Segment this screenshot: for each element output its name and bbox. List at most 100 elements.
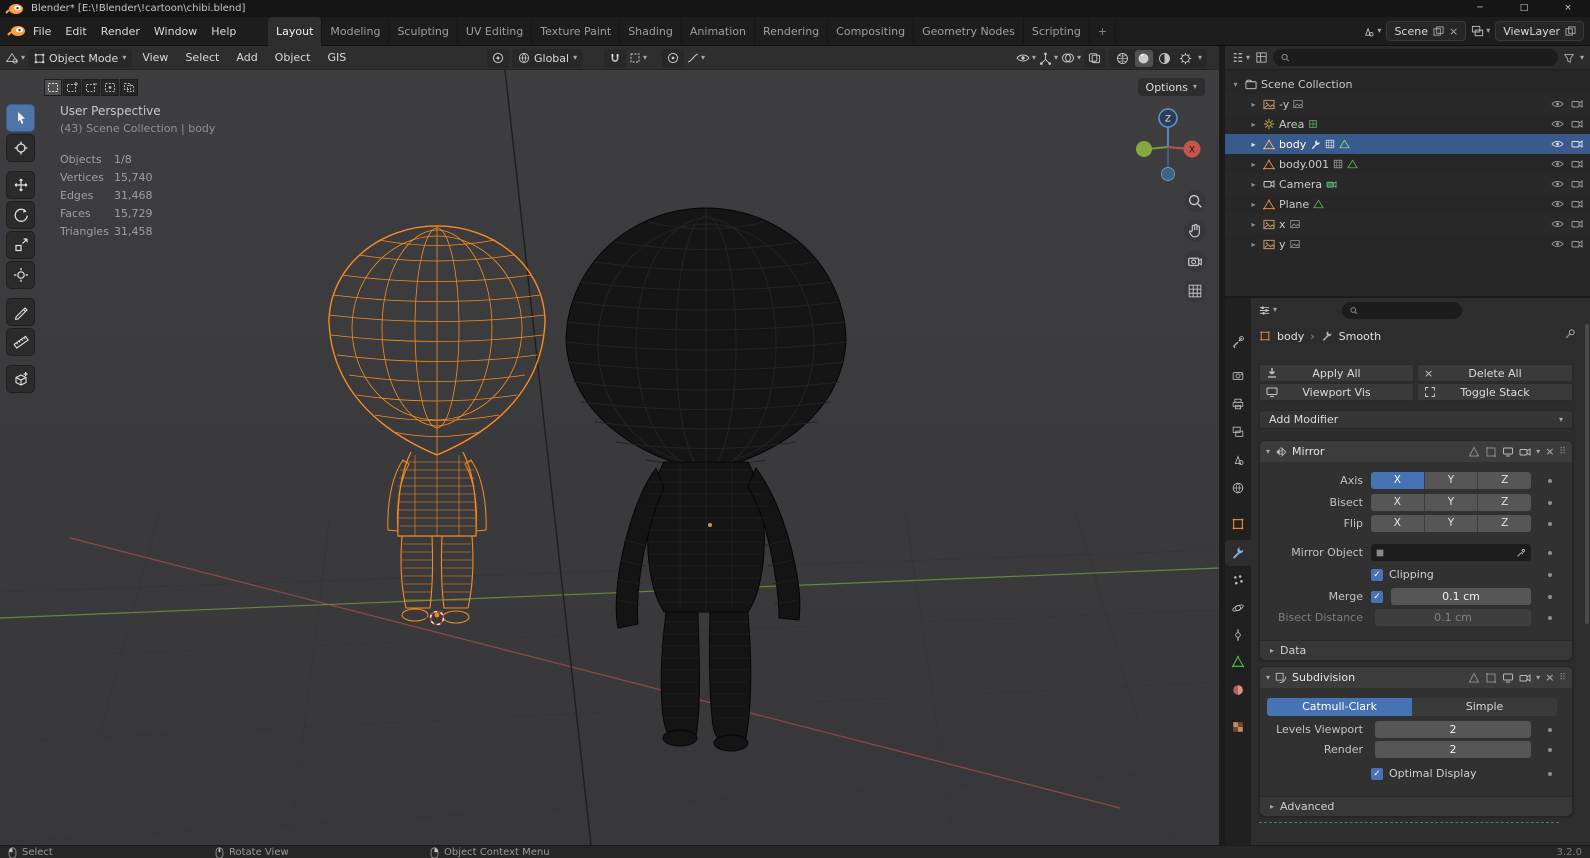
disable-render-icon[interactable] <box>1571 119 1583 129</box>
disable-render-icon[interactable] <box>1571 139 1583 149</box>
tab-view-layer[interactable] <box>1229 423 1247 441</box>
tab-output[interactable] <box>1229 395 1247 413</box>
clipping-checkbox[interactable]: ✓ <box>1371 568 1383 581</box>
select-mode-new-button[interactable] <box>44 79 62 96</box>
select-mode-extend-button[interactable] <box>63 79 81 96</box>
close-button[interactable]: × <box>1546 0 1590 17</box>
outliner-row-area[interactable]: ▸ Area <box>1225 114 1590 134</box>
toggle-stack-button[interactable]: Toggle Stack <box>1417 383 1573 401</box>
menu-add[interactable]: Add <box>229 48 264 68</box>
disable-render-icon[interactable] <box>1571 239 1583 249</box>
gizmo-negative-z-axis[interactable] <box>1161 167 1175 181</box>
viewport-options-button[interactable]: Options ▾ <box>1137 78 1205 96</box>
snap-settings-button[interactable]: ▾ <box>629 52 647 64</box>
tool-measure-button[interactable] <box>6 328 35 356</box>
gizmo-y-axis[interactable] <box>1136 141 1152 157</box>
hide-viewport-icon[interactable] <box>1551 199 1564 209</box>
merge-threshold-field[interactable]: 0.1 cm <box>1391 588 1531 605</box>
select-mode-invert-button[interactable] <box>101 79 119 96</box>
hide-viewport-icon[interactable] <box>1551 139 1564 149</box>
collapse-icon[interactable]: ▾ <box>1266 673 1270 682</box>
realtime-display-icon[interactable] <box>1502 446 1514 458</box>
add-modifier-dropdown[interactable]: Add Modifier ▾ <box>1259 410 1573 429</box>
outliner-search[interactable] <box>1273 49 1558 66</box>
apply-all-button[interactable]: Apply All <box>1259 364 1414 382</box>
animate-dot[interactable] <box>1548 479 1552 483</box>
tab-object-data[interactable] <box>1229 653 1247 671</box>
menu-view[interactable]: View <box>135 48 175 68</box>
disable-render-icon[interactable] <box>1571 159 1583 169</box>
eyedropper-icon[interactable] <box>1516 547 1527 558</box>
add-workspace-button[interactable]: + <box>1090 17 1117 46</box>
render-levels-field[interactable]: 2 <box>1375 741 1531 758</box>
maximize-button[interactable]: □ <box>1502 0 1546 17</box>
on-cage-icon[interactable] <box>1468 445 1480 458</box>
xray-toggle-button[interactable] <box>1083 48 1106 68</box>
editor-type-button[interactable]: ▾ <box>5 51 25 65</box>
tab-geometry-nodes[interactable]: Geometry Nodes <box>914 17 1024 46</box>
outliner-row-plane[interactable]: ▸ Plane <box>1225 194 1590 214</box>
orientation-dropdown[interactable]: Global ▾ <box>512 48 584 68</box>
bisect-y-button[interactable]: Y <box>1424 494 1479 511</box>
menu-help[interactable]: Help <box>204 17 243 46</box>
tool-select-box-button[interactable] <box>6 104 35 132</box>
flip-x-button[interactable]: X <box>1371 515 1425 532</box>
remove-modifier-icon[interactable]: × <box>1545 445 1554 458</box>
drag-handle-icon[interactable]: ⠿ <box>1559 447 1566 457</box>
animate-dot[interactable] <box>1548 573 1552 577</box>
animate-dot[interactable] <box>1548 748 1552 752</box>
proportional-edit-button[interactable] <box>662 48 684 68</box>
scene-selector[interactable]: Scene × <box>1386 21 1467 41</box>
menu-file[interactable]: File <box>26 17 58 46</box>
hide-viewport-icon[interactable] <box>1551 219 1564 229</box>
tab-object[interactable] <box>1229 515 1247 533</box>
tool-transform-button[interactable] <box>6 261 35 289</box>
hide-viewport-icon[interactable] <box>1551 119 1564 129</box>
copy-icon[interactable] <box>1565 25 1576 37</box>
select-mode-intersect-button[interactable] <box>120 79 138 96</box>
disable-render-icon[interactable] <box>1571 99 1583 109</box>
shading-material-button[interactable] <box>1156 50 1174 67</box>
character-selected[interactable] <box>328 225 546 624</box>
tab-tool[interactable] <box>1229 333 1247 351</box>
tab-shading[interactable]: Shading <box>620 17 682 46</box>
modifier-name[interactable]: Subdivision <box>1292 671 1355 684</box>
tab-physics[interactable] <box>1229 599 1247 617</box>
disclosure-icon[interactable]: ▸ <box>1248 160 1259 169</box>
outliner-row-body-001[interactable]: ▸ body.001 <box>1225 154 1590 174</box>
tab-material[interactable] <box>1229 681 1247 699</box>
animate-dot[interactable] <box>1548 522 1552 526</box>
shading-wireframe-button[interactable] <box>1114 50 1132 67</box>
flip-z-button[interactable]: Z <box>1478 515 1531 532</box>
unlink-scene-icon[interactable]: × <box>1449 25 1458 38</box>
extras-dropdown-icon[interactable]: ▾ <box>1536 673 1540 682</box>
menu-gis[interactable]: GIS <box>321 48 354 68</box>
gizmos-button[interactable]: ▾ <box>1039 52 1058 65</box>
snap-toggle-button[interactable] <box>604 48 626 68</box>
pan-button[interactable] <box>1184 220 1206 242</box>
copy-icon[interactable] <box>1433 25 1444 37</box>
disclosure-icon[interactable]: ▸ <box>1248 100 1259 109</box>
outliner-search-input[interactable] <box>1295 51 1551 64</box>
breadcrumb-modifier[interactable]: Smooth <box>1339 330 1381 343</box>
mirror-object-field[interactable] <box>1371 544 1531 561</box>
tab-layout[interactable]: Layout <box>268 17 323 46</box>
transform-pivot-button[interactable] <box>487 48 509 68</box>
bisect-x-button[interactable]: X <box>1371 494 1425 511</box>
tab-sculpting[interactable]: Sculpting <box>389 17 458 46</box>
ortho-toggle-button[interactable] <box>1184 280 1206 302</box>
disclosure-icon[interactable]: ▸ <box>1248 180 1259 189</box>
tool-rotate-button[interactable] <box>6 201 35 229</box>
pin-icon[interactable] <box>1564 328 1576 340</box>
animate-dot[interactable] <box>1548 551 1552 555</box>
disable-render-icon[interactable] <box>1571 219 1583 229</box>
tab-uv-editing[interactable]: UV Editing <box>458 17 533 46</box>
mirror-axis-x-button[interactable]: X <box>1371 472 1425 489</box>
extras-dropdown-icon[interactable]: ▾ <box>1536 447 1540 456</box>
disclosure-icon[interactable]: ▾ <box>1230 80 1241 89</box>
delete-all-button[interactable]: × Delete All <box>1417 364 1573 382</box>
outliner-row-scene-collection[interactable]: ▾ Scene Collection <box>1225 74 1590 94</box>
disable-render-icon[interactable] <box>1571 179 1583 189</box>
disable-render-icon[interactable] <box>1571 199 1583 209</box>
disclosure-icon[interactable]: ▸ <box>1248 220 1259 229</box>
